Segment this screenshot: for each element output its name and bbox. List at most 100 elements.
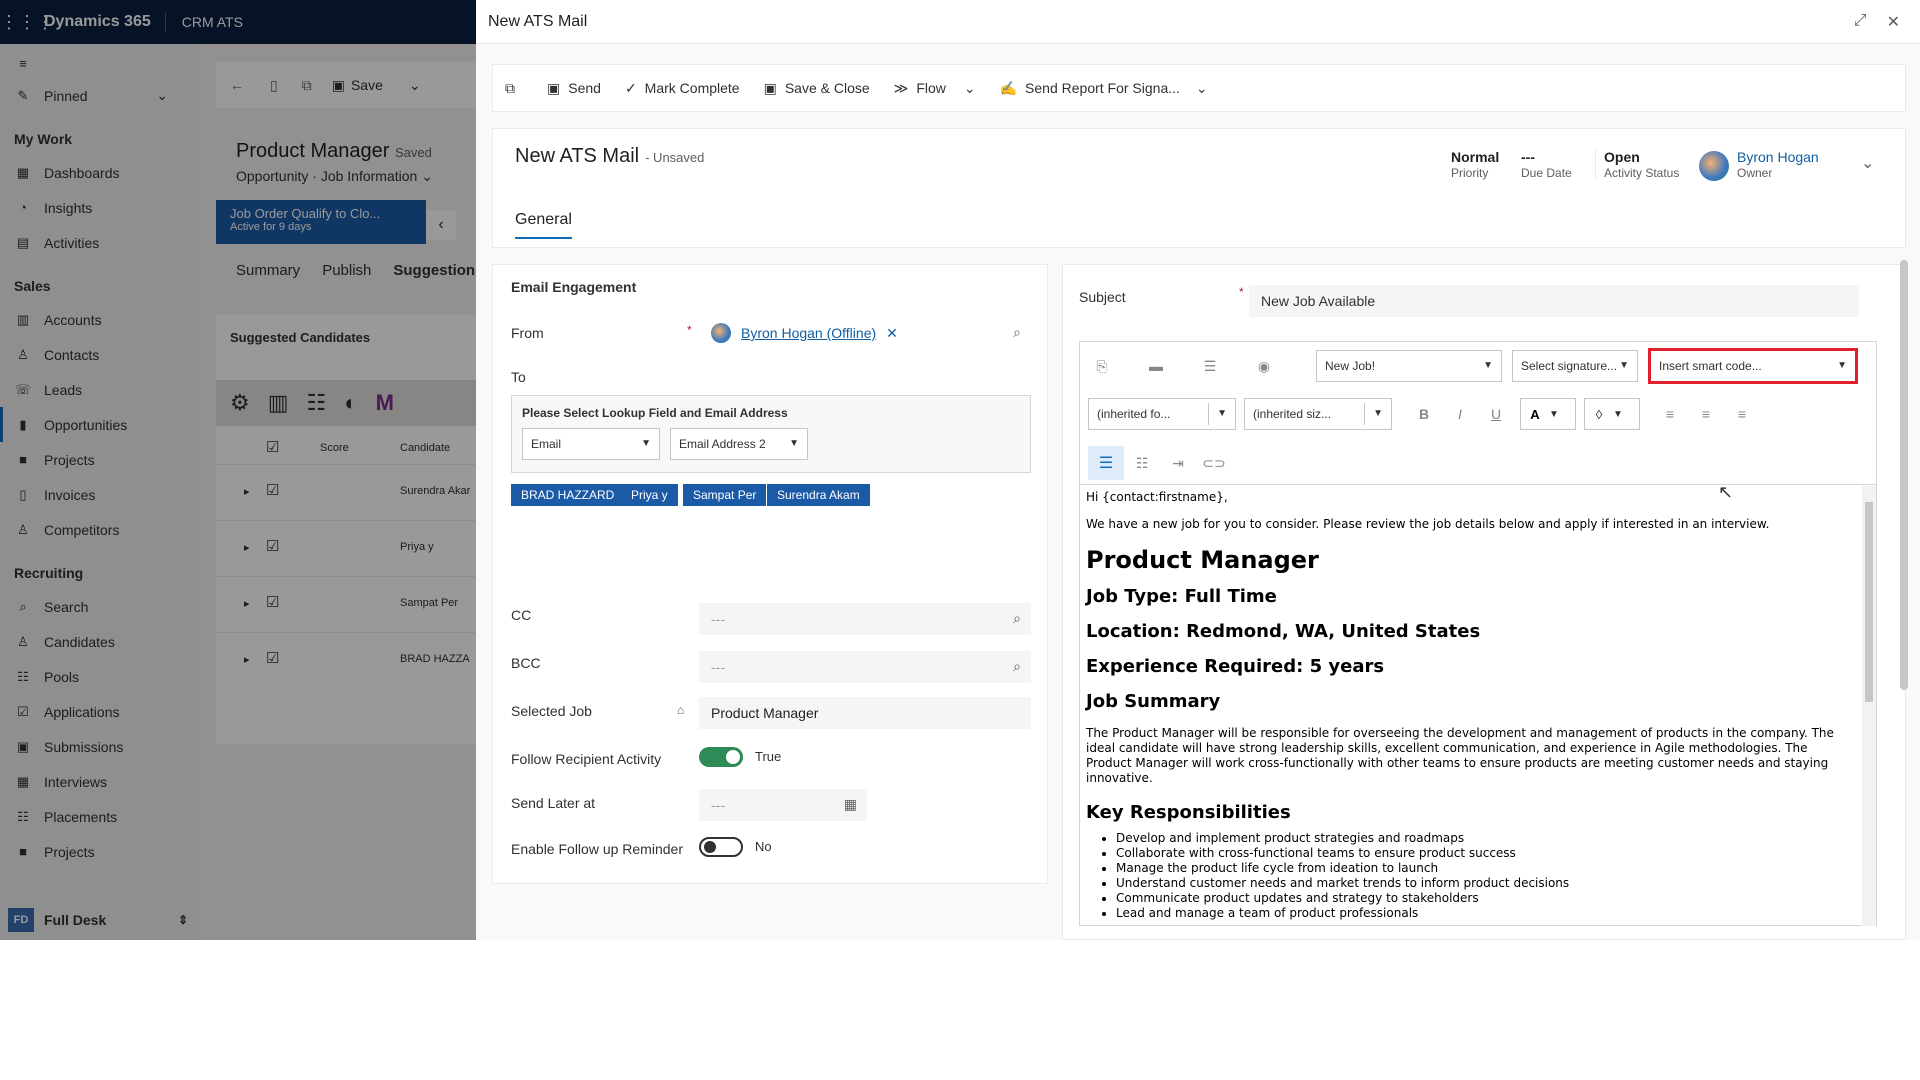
- owner-label: Owner: [1737, 166, 1773, 180]
- search-icon[interactable]: ⌕: [1013, 324, 1021, 341]
- editor-toolbar-row-1: ⎘ ▬ ☰ ◉: [1088, 350, 1278, 382]
- italic-icon[interactable]: I: [1446, 406, 1474, 422]
- from-lookup[interactable]: Byron Hogan (Offline) ✕ ⌕: [699, 317, 1031, 349]
- briefcase-icon[interactable]: ▬: [1142, 358, 1170, 374]
- underline-icon[interactable]: U: [1482, 406, 1510, 422]
- follow-recipient-value: True: [755, 749, 782, 764]
- email-body-content[interactable]: Hi {contact:firstname}, We have a new jo…: [1080, 486, 1862, 926]
- send-report-label: Send Report For Signa...: [1025, 80, 1180, 96]
- editor-toolbar-row-3: ☰ ☷ ⇥ ⊂⊃: [1088, 446, 1228, 480]
- cc-field[interactable]: --- ⌕: [699, 603, 1031, 635]
- save-close-icon: ▣: [763, 79, 777, 96]
- cc-label: CC: [511, 607, 532, 623]
- flow-icon: ≫: [893, 79, 909, 96]
- to-label: To: [511, 369, 526, 385]
- bullet-list-icon[interactable]: ☰: [1088, 446, 1124, 480]
- link-icon[interactable]: ⊂⊃: [1200, 455, 1228, 472]
- due-date-field[interactable]: --- Due Date: [1521, 149, 1572, 180]
- owner-field[interactable]: Byron Hogan Owner: [1737, 149, 1819, 180]
- save-icon: ▣: [547, 79, 561, 96]
- dropdown-arrow-icon: ▼: [1837, 360, 1847, 371]
- responsibilities-heading: Key Responsibilities: [1086, 802, 1291, 823]
- panel-title: New ATS Mail: [488, 12, 588, 30]
- remove-icon[interactable]: ✕: [886, 325, 898, 342]
- required-marker: *: [1239, 285, 1244, 299]
- insert-smart-code-select[interactable]: Insert smart code... ▼: [1648, 348, 1858, 384]
- popout-button[interactable]: ⧉: [493, 64, 535, 112]
- scrollbar-thumb[interactable]: [1865, 502, 1873, 702]
- divider: [1080, 484, 1876, 485]
- search-icon[interactable]: ⌕: [1013, 658, 1021, 675]
- signature-icon: ✍: [999, 79, 1018, 96]
- bold-icon[interactable]: B: [1410, 406, 1438, 422]
- modal-overlay[interactable]: [0, 0, 476, 940]
- attach-icon[interactable]: ⎘: [1088, 358, 1116, 375]
- align-left-icon[interactable]: ≡: [1656, 406, 1684, 422]
- priority-field[interactable]: Normal Priority: [1451, 149, 1499, 180]
- calendar-icon[interactable]: ▦: [844, 796, 857, 813]
- follow-recipient-toggle[interactable]: [699, 747, 743, 767]
- mark-complete-button[interactable]: ✓ Mark Complete: [613, 64, 752, 112]
- database-icon[interactable]: ☰: [1196, 358, 1224, 375]
- send-later-field[interactable]: --- ▦: [699, 789, 867, 821]
- popout-icon: ⧉: [505, 79, 515, 96]
- bcc-field[interactable]: --- ⌕: [699, 651, 1031, 683]
- recipient-chip[interactable]: Sampat Per: [683, 484, 767, 506]
- list-item: Collaborate with cross-functional teams …: [1116, 846, 1856, 861]
- align-right-icon[interactable]: ≡: [1728, 406, 1756, 422]
- due-date-label: Due Date: [1521, 166, 1572, 180]
- font-color-select[interactable]: A ▼: [1520, 398, 1576, 430]
- greeting-text: Hi {contact:firstname},: [1086, 490, 1228, 504]
- cc-value: ---: [711, 611, 725, 627]
- activity-status-value: Open: [1604, 149, 1640, 165]
- chevron-down-icon: ⌄: [1195, 79, 1208, 96]
- close-icon[interactable]: ✕: [1887, 12, 1900, 32]
- align-center-icon[interactable]: ≡: [1692, 406, 1720, 422]
- expand-icon[interactable]: ⤢: [1854, 12, 1867, 32]
- mouse-cursor-icon: ↖: [1718, 482, 1734, 502]
- job-summary-text: The Product Manager will be responsible …: [1086, 726, 1834, 785]
- signature-value: Select signature...: [1521, 359, 1618, 373]
- form-title: New ATS Mail - Unsaved: [515, 145, 704, 168]
- activity-status-field[interactable]: Open Activity Status: [1595, 149, 1679, 180]
- dropdown-arrow-icon: ▼: [1217, 408, 1227, 419]
- editor-scrollbar[interactable]: [1862, 486, 1876, 926]
- follow-up-reminder-toggle[interactable]: [699, 837, 743, 857]
- selected-job-label: Selected Job: [511, 703, 592, 719]
- chevron-down-icon[interactable]: ⌄: [1861, 153, 1874, 173]
- font-size-select[interactable]: (inherited siz... ▼: [1244, 398, 1392, 430]
- preview-icon[interactable]: ◉: [1250, 358, 1278, 375]
- from-value-link[interactable]: Byron Hogan (Offline): [741, 325, 876, 341]
- bcc-label: BCC: [511, 655, 541, 671]
- subject-label: Subject: [1079, 289, 1126, 305]
- lookup-field-select[interactable]: Email ▼: [522, 428, 660, 460]
- email-address-select[interactable]: Email Address 2 ▼: [670, 428, 808, 460]
- numbered-list-icon[interactable]: ☷: [1128, 455, 1156, 472]
- indent-icon[interactable]: ⇥: [1164, 455, 1192, 472]
- flow-button[interactable]: ≫ Flow ⌄: [882, 64, 988, 112]
- recipient-chip[interactable]: BRAD HAZZARD: [511, 484, 625, 506]
- mark-complete-label: Mark Complete: [644, 80, 740, 96]
- font-family-select[interactable]: (inherited fo... ▼: [1088, 398, 1236, 430]
- font-color-icon: A: [1530, 406, 1540, 422]
- list-item: Communicate product updates and strategy…: [1116, 891, 1856, 906]
- save-close-label: Save & Close: [784, 80, 870, 96]
- save-close-button[interactable]: ▣ Save & Close: [752, 64, 882, 112]
- send-button[interactable]: ▣ Send: [535, 64, 613, 112]
- recipient-chip[interactable]: Priya y: [621, 484, 678, 506]
- owner-value[interactable]: Byron Hogan: [1737, 149, 1819, 165]
- signature-select[interactable]: Select signature... ▼: [1512, 350, 1638, 382]
- recipient-chip[interactable]: Surendra Akam: [767, 484, 870, 506]
- send-report-button[interactable]: ✍ Send Report For Signa... ⌄: [988, 64, 1220, 112]
- email-address-value: Email Address 2: [679, 437, 766, 451]
- search-icon[interactable]: ⌕: [1013, 610, 1021, 627]
- tab-general[interactable]: General: [515, 211, 572, 239]
- form-title-text: New ATS Mail: [515, 145, 640, 167]
- template-select[interactable]: New Job! ▼: [1316, 350, 1502, 382]
- panel-scrollbar[interactable]: [1900, 260, 1908, 690]
- app-window: ⋮⋮⋮ Dynamics 365 CRM ATS ≡ ✎ Pinned ⌄ My W…: [0, 0, 1920, 940]
- activity-status-label: Activity Status: [1604, 166, 1680, 180]
- highlight-color-select[interactable]: ◊ ▼: [1584, 398, 1640, 430]
- subject-input[interactable]: New Job Available: [1249, 285, 1859, 317]
- separator: [1364, 403, 1365, 425]
